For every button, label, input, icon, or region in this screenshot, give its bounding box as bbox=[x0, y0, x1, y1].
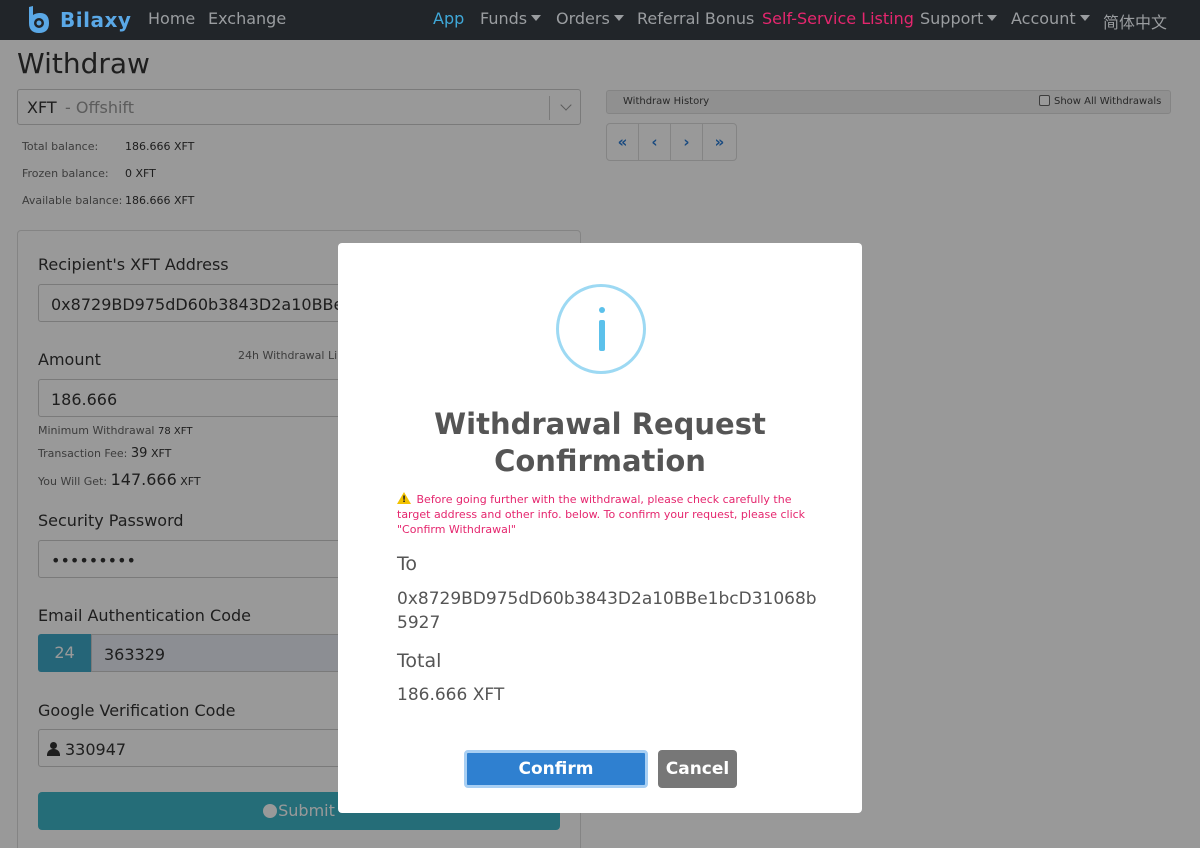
caret-down-icon bbox=[1079, 15, 1090, 21]
warning-icon bbox=[397, 492, 411, 508]
bilaxy-logo-icon bbox=[29, 6, 49, 33]
nav-orders-dropdown[interactable]: Orders bbox=[556, 9, 624, 28]
confirmation-modal: Withdrawal Request Confirmation Before g… bbox=[338, 243, 862, 813]
brand-link[interactable]: Bilaxy bbox=[22, 3, 131, 37]
nav-funds-dropdown[interactable]: Funds bbox=[480, 9, 542, 28]
cancel-button[interactable]: Cancel bbox=[658, 750, 737, 788]
nav-account-label: Account bbox=[1011, 9, 1076, 28]
modal-warning-text: Before going further with the withdrawal… bbox=[397, 493, 806, 536]
total-amount: 186.666 XFT bbox=[397, 685, 505, 705]
brand-name: Bilaxy bbox=[60, 8, 132, 32]
to-address: 0x8729BD975dD60b3843D2a10BBe1bcD31068b59… bbox=[397, 589, 817, 633]
nav-orders-label: Orders bbox=[556, 9, 610, 28]
nav-support-dropdown[interactable]: Support bbox=[920, 9, 998, 28]
confirm-withdrawal-button[interactable]: Confirm Withdrawal bbox=[464, 750, 648, 811]
to-label: To bbox=[397, 553, 418, 575]
caret-down-icon bbox=[613, 15, 624, 21]
nav-self-service-listing[interactable]: Self-Service Listing bbox=[762, 9, 914, 28]
nav-language[interactable]: 简体中文 bbox=[1103, 9, 1167, 33]
nav-support-label: Support bbox=[920, 9, 984, 28]
caret-down-icon bbox=[987, 15, 998, 21]
info-icon bbox=[556, 284, 646, 374]
nav-home[interactable]: Home bbox=[148, 9, 195, 28]
total-label: Total bbox=[397, 650, 442, 672]
nav-exchange[interactable]: Exchange bbox=[208, 9, 286, 28]
nav-referral-bonus[interactable]: Referral Bonus bbox=[637, 9, 754, 28]
nav-account-dropdown[interactable]: Account bbox=[1011, 9, 1090, 28]
modal-warning: Before going further with the withdrawal… bbox=[397, 492, 807, 537]
modal-title: Withdrawal Request Confirmation bbox=[434, 407, 766, 478]
nav-funds-label: Funds bbox=[480, 9, 528, 28]
top-navbar: Bilaxy Home Exchange App Funds Orders Re… bbox=[0, 0, 1200, 40]
caret-down-icon bbox=[531, 15, 542, 21]
nav-app[interactable]: App bbox=[433, 9, 464, 28]
